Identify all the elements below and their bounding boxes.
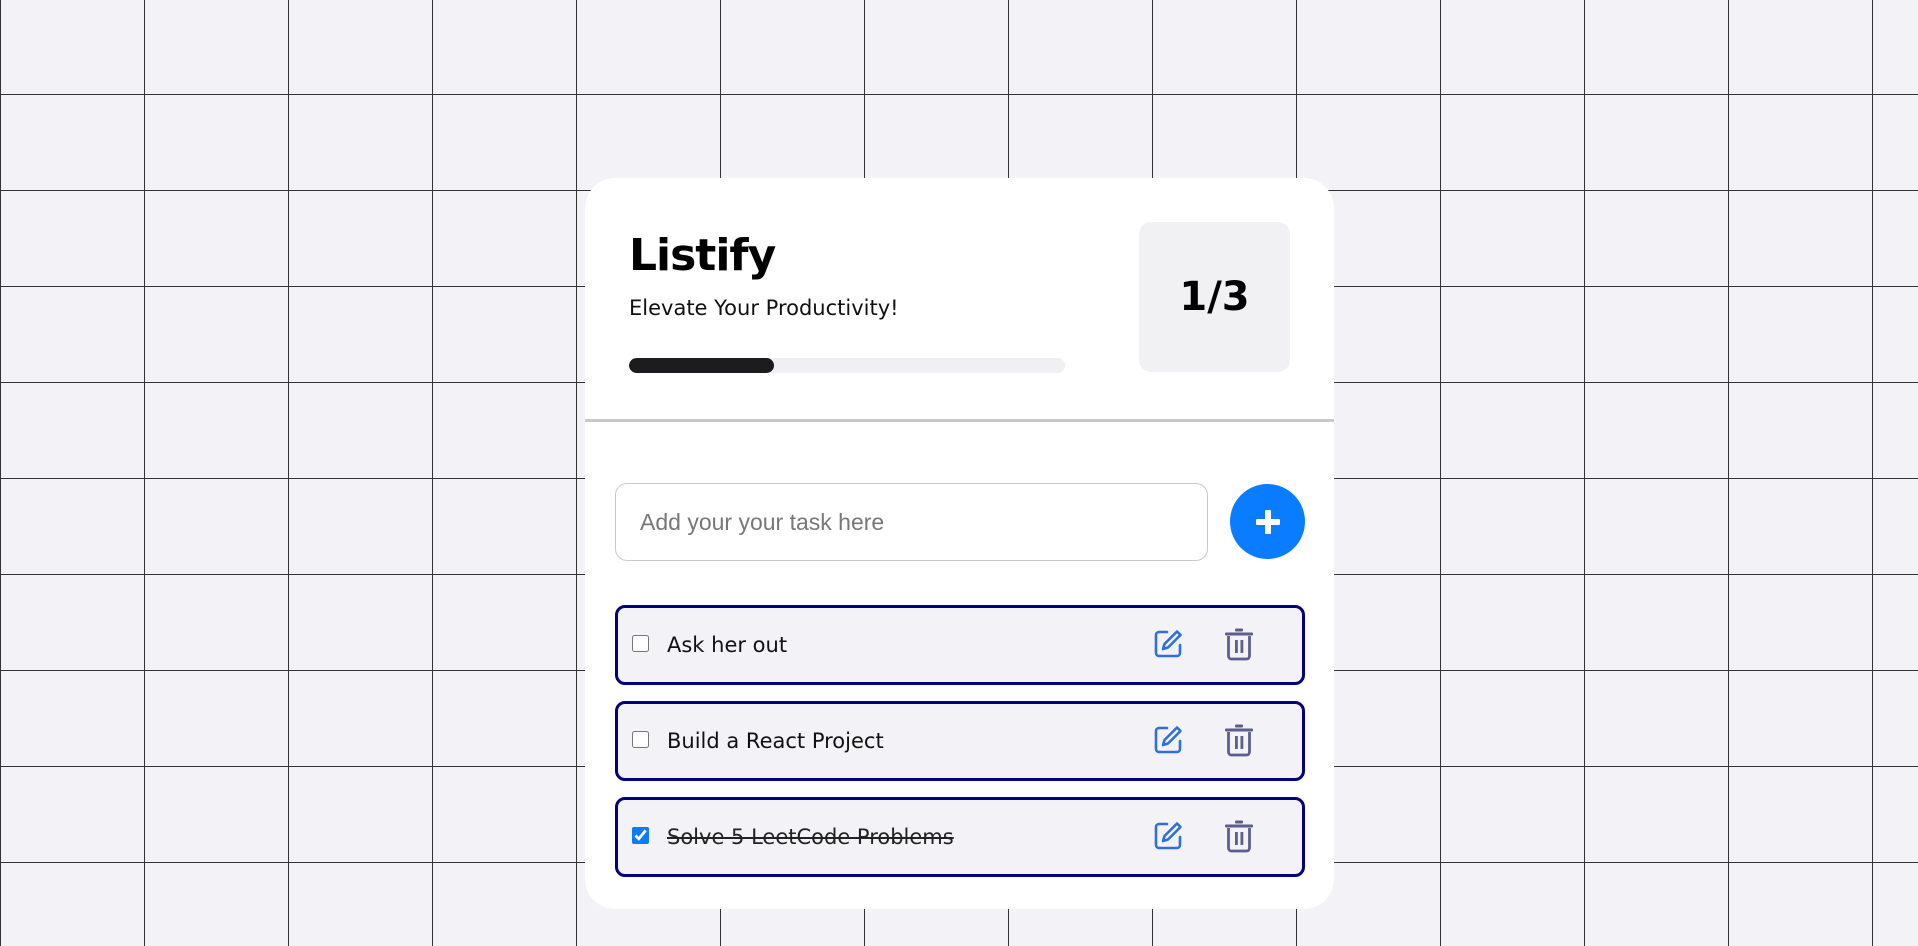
delete-task-button[interactable]	[1219, 624, 1259, 664]
edit-task-button[interactable]	[1148, 624, 1188, 664]
trash-icon	[1225, 820, 1253, 853]
plus-icon	[1255, 509, 1280, 534]
progress-bar-fill	[629, 358, 775, 373]
tagline: Elevate Your Productivity!	[629, 296, 899, 320]
task-counter: 1/3	[1139, 222, 1290, 372]
task-text: Ask her out	[667, 633, 788, 657]
task-item: Solve 5 LeetCode Problems	[615, 797, 1305, 877]
edit-task-button[interactable]	[1148, 720, 1188, 760]
task-checkbox[interactable]	[632, 827, 649, 844]
delete-task-button[interactable]	[1219, 720, 1259, 760]
task-checkbox[interactable]	[632, 635, 649, 652]
task-text: Solve 5 LeetCode Problems	[667, 825, 954, 849]
task-item: Build a React Project	[615, 701, 1305, 781]
task-input[interactable]	[615, 483, 1208, 561]
add-task-button[interactable]	[1230, 484, 1305, 559]
edit-icon	[1154, 822, 1182, 850]
task-checkbox[interactable]	[632, 731, 649, 748]
edit-icon	[1154, 630, 1182, 658]
task-item: Ask her out	[615, 605, 1305, 685]
task-list: Ask her out Build a React Project Solve …	[615, 605, 1305, 893]
header: Listify Elevate Your Productivity! 1/3	[585, 178, 1334, 422]
trash-icon	[1225, 628, 1253, 661]
trash-icon	[1225, 724, 1253, 757]
app-title: Listify	[629, 230, 776, 281]
add-task-form	[615, 483, 1305, 561]
edit-icon	[1154, 726, 1182, 754]
task-text: Build a React Project	[667, 729, 884, 753]
todo-card: Listify Elevate Your Productivity! 1/3 A…	[585, 178, 1334, 909]
edit-task-button[interactable]	[1148, 816, 1188, 856]
delete-task-button[interactable]	[1219, 816, 1259, 856]
progress-bar	[629, 358, 1065, 373]
